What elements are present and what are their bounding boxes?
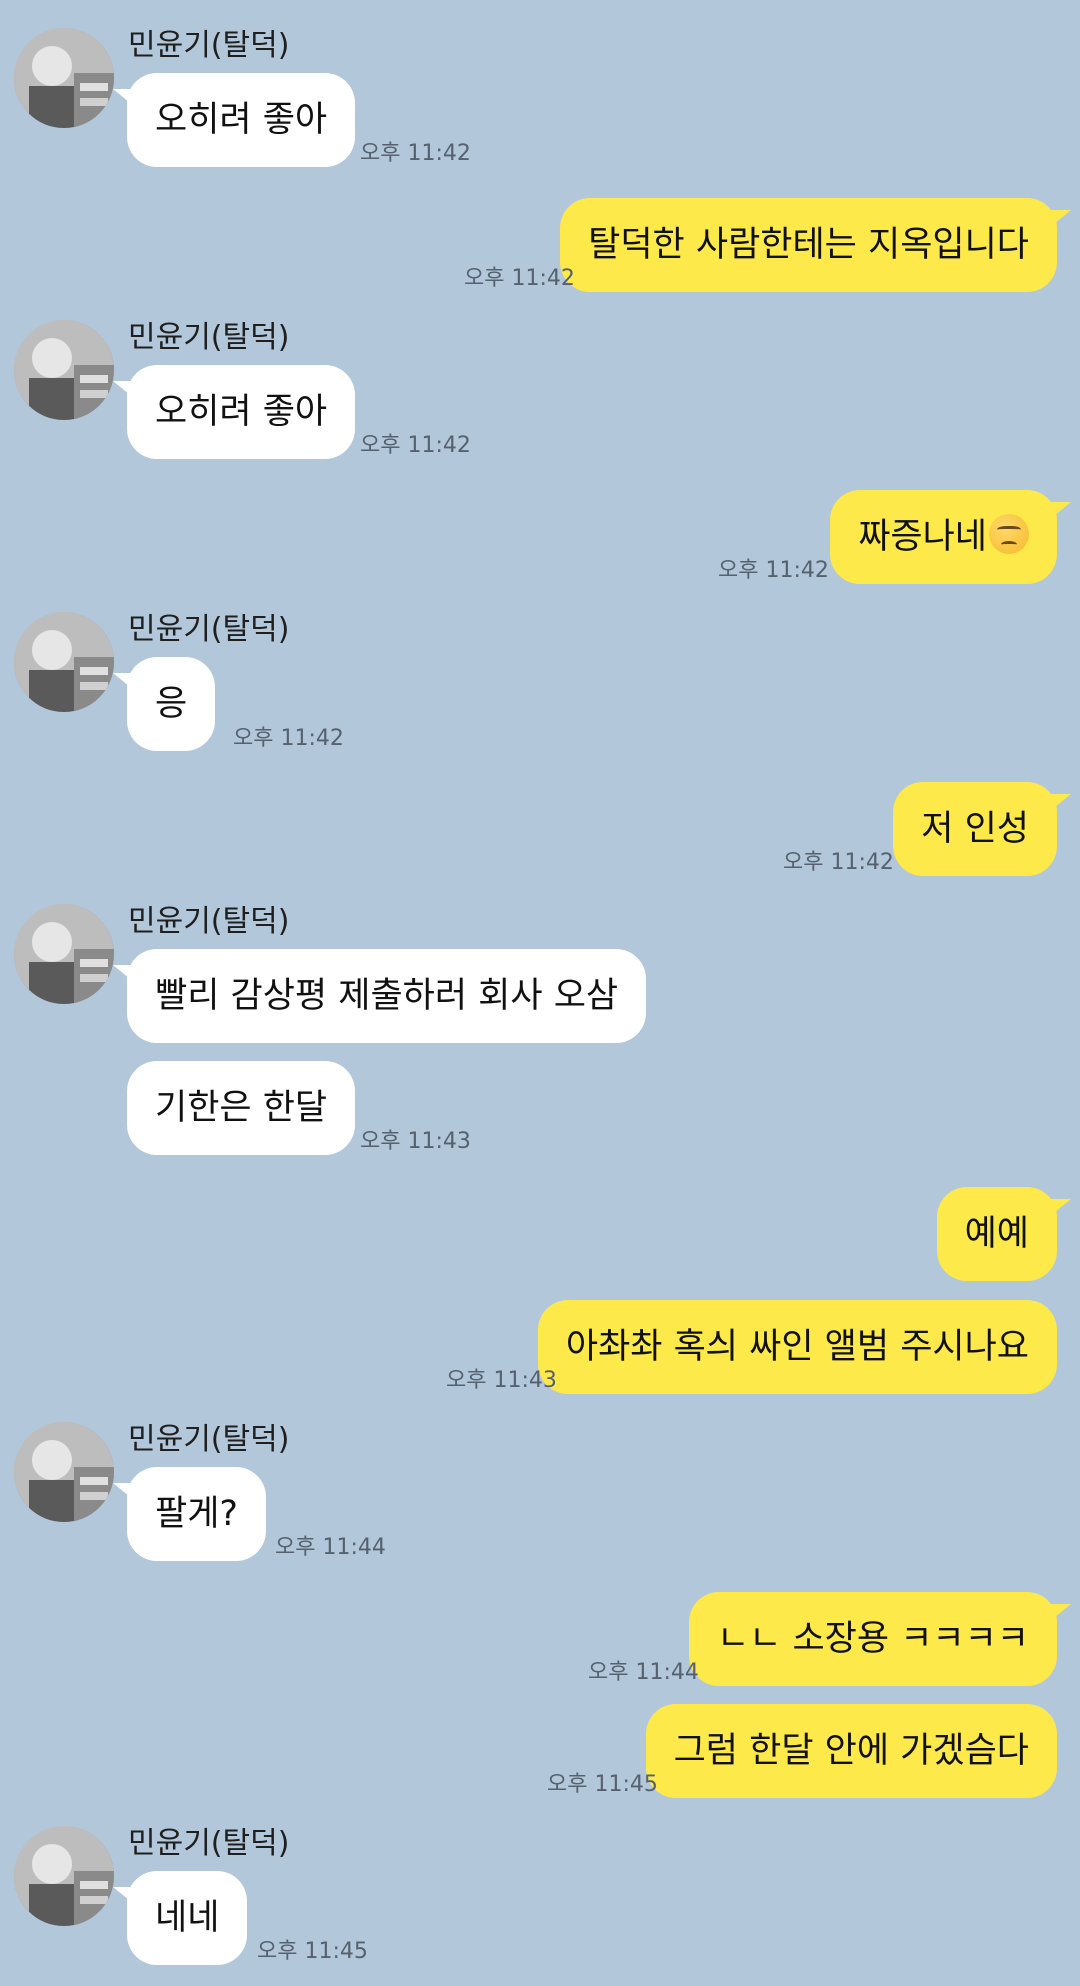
message-bubble-incoming[interactable]: 팔게? (113, 1467, 266, 1561)
message-time: 오후 11:42 (783, 850, 894, 875)
message-time: 오후 11:42 (718, 558, 829, 583)
profile-photo-icon (14, 1422, 114, 1522)
contact-avatar[interactable] (14, 28, 114, 128)
contact-avatar[interactable] (14, 1826, 114, 1926)
contact-name: 민윤기(탈덕) (128, 1826, 290, 1861)
message-text: 짜증나네 (858, 517, 987, 557)
message-bubble-outgoing[interactable]: 아촤촤 혹싀 싸인 앨범 주시나요 (537, 1300, 1057, 1394)
message-time: 오후 11:45 (257, 1939, 368, 1964)
message-time: 오후 11:42 (360, 433, 471, 458)
message-bubble-outgoing[interactable]: 짜증나네 (830, 490, 1071, 584)
message-bubble-outgoing[interactable]: 저 인성 (893, 782, 1071, 876)
message-time: 오후 11:42 (464, 266, 575, 291)
profile-photo-icon (14, 28, 114, 128)
message-bubble-outgoing[interactable]: ㄴㄴ 소장용 ㅋㅋㅋㅋ (688, 1592, 1072, 1686)
message-time: 오후 11:42 (233, 726, 344, 751)
profile-photo-icon (14, 612, 114, 712)
profile-photo-icon (14, 320, 114, 420)
profile-photo-icon (14, 1826, 114, 1926)
message-bubble-incoming[interactable]: 빨리 감상평 제출하러 회사 오삼 (112, 949, 647, 1043)
unamused-face-icon (989, 514, 1029, 554)
message-time: 오후 11:43 (360, 1129, 471, 1154)
contact-name: 민윤기(탈덕) (128, 28, 290, 63)
contact-name: 민윤기(탈덕) (128, 612, 290, 647)
message-bubble-incoming[interactable]: 네네 (112, 1871, 248, 1965)
message-bubble-outgoing[interactable]: 탈덕한 사람한테는 지옥입니다 (560, 198, 1071, 292)
message-time: 오후 11:44 (588, 1660, 699, 1685)
message-time: 오후 11:43 (446, 1368, 557, 1393)
message-bubble-incoming[interactable]: 오히려 좋아 (112, 365, 356, 459)
message-bubble-incoming[interactable]: 오히려 좋아 (112, 73, 356, 167)
profile-photo-icon (14, 904, 114, 1004)
contact-avatar[interactable] (14, 320, 114, 420)
message-time: 오후 11:45 (547, 1772, 658, 1797)
message-time: 오후 11:42 (360, 141, 471, 166)
message-bubble-outgoing[interactable]: 그럼 한달 안에 가겠슴다 (645, 1704, 1057, 1798)
message-bubble-outgoing[interactable]: 예예 (936, 1187, 1072, 1281)
contact-name: 민윤기(탈덕) (128, 1422, 290, 1457)
contact-name: 민윤기(탈덕) (128, 320, 290, 355)
contact-avatar[interactable] (14, 904, 114, 1004)
message-bubble-incoming[interactable]: 응 (112, 657, 216, 751)
message-time: 오후 11:44 (275, 1535, 386, 1560)
contact-name: 민윤기(탈덕) (128, 904, 290, 939)
contact-avatar[interactable] (14, 612, 114, 712)
message-bubble-incoming[interactable]: 기한은 한달 (127, 1061, 356, 1155)
contact-avatar[interactable] (14, 1422, 114, 1522)
